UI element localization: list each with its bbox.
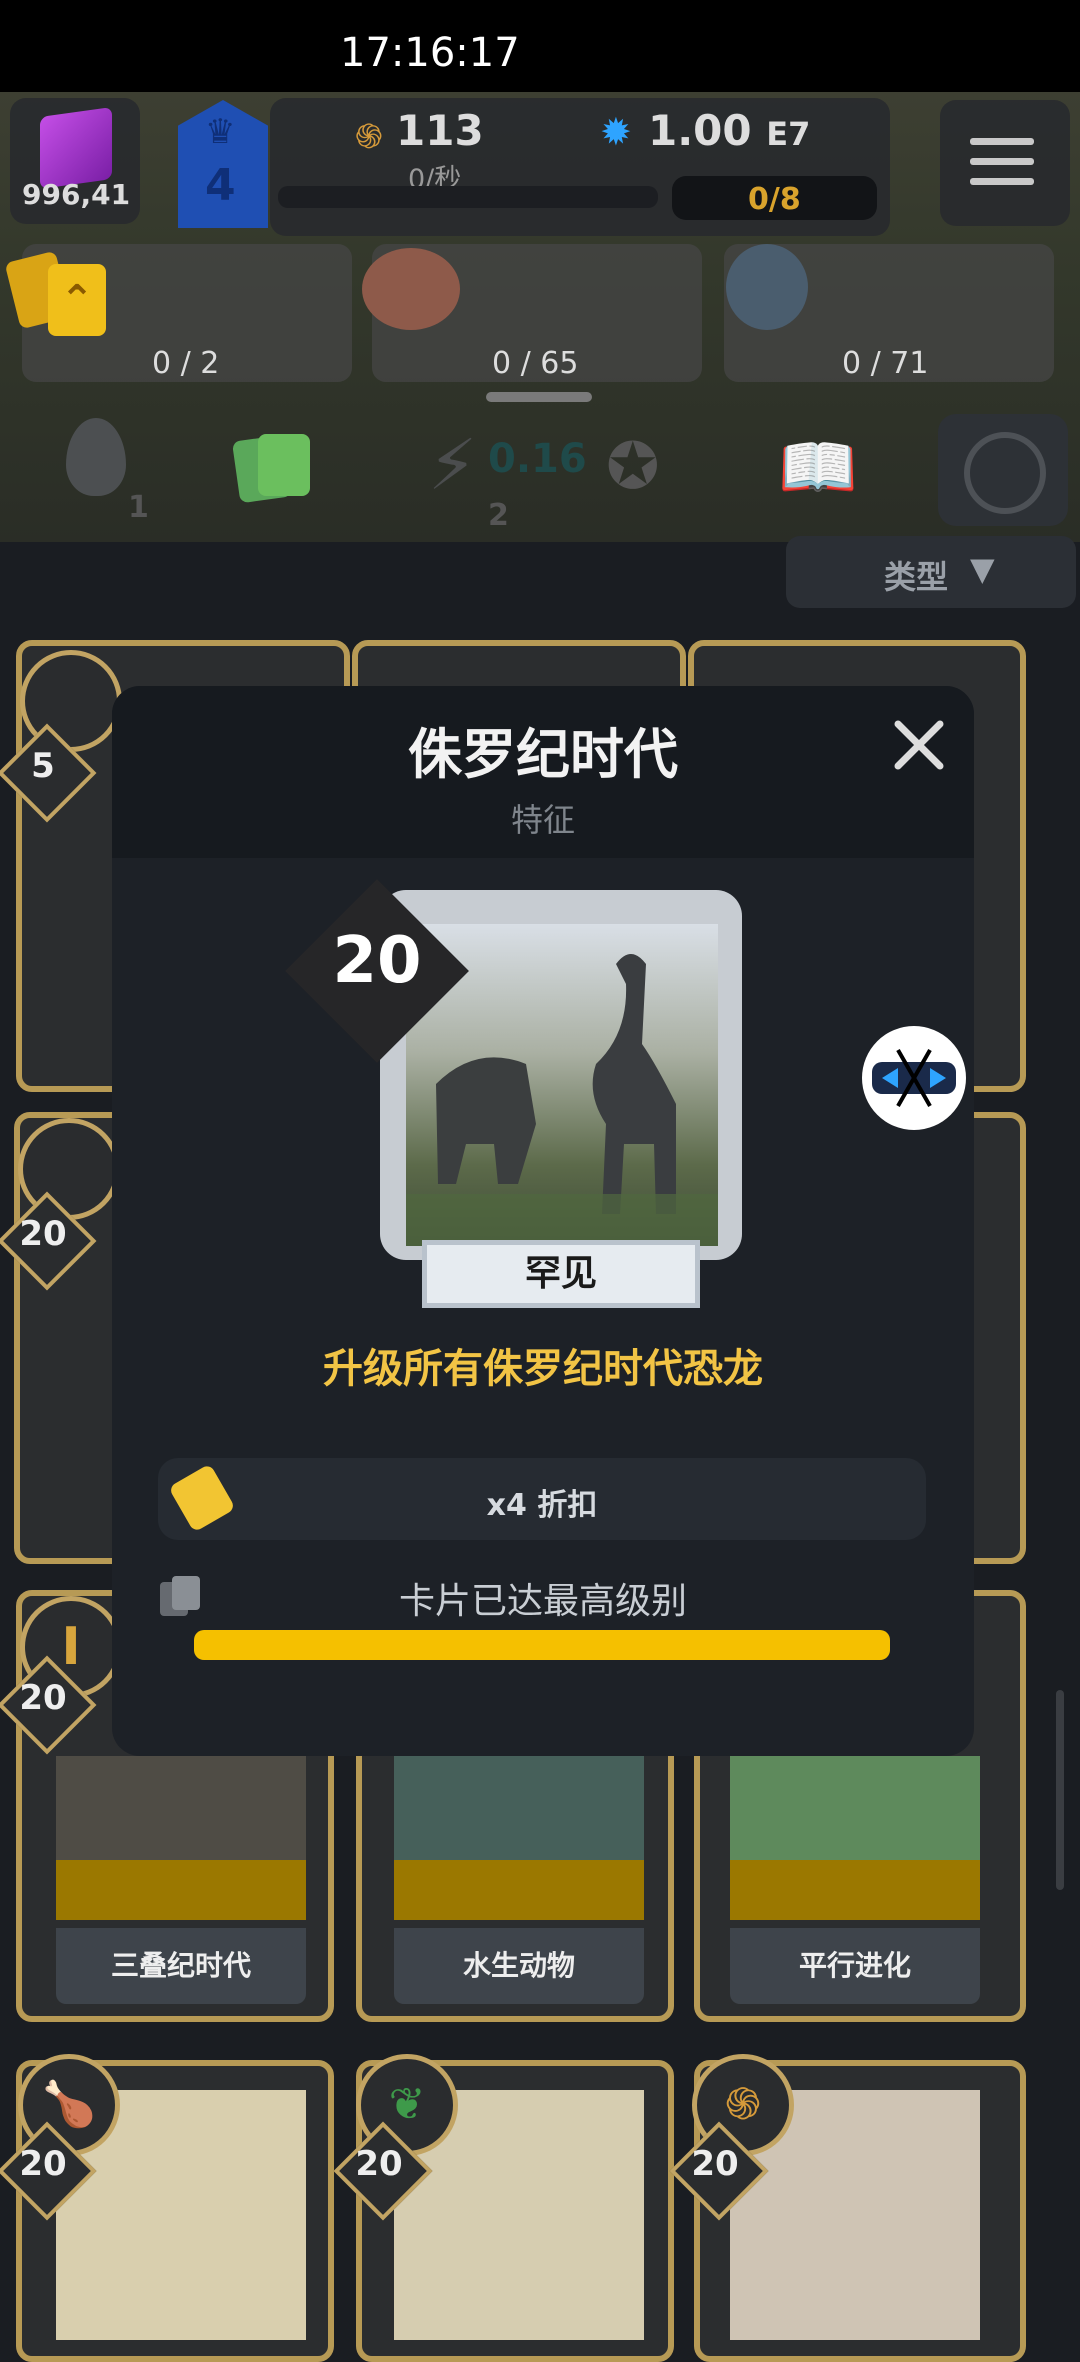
card-name: 水生动物 — [394, 1928, 644, 2004]
crown-icon: ♛ — [205, 112, 236, 152]
swap-arrows-icon — [872, 1049, 956, 1107]
tab-encyclopedia[interactable]: 📖 — [778, 430, 858, 505]
card-name: 三叠纪时代 — [56, 1928, 306, 2004]
gem-count: 996,41 — [22, 178, 131, 211]
card-progress — [56, 1860, 306, 1920]
discount-label: x4 折扣 — [486, 1488, 598, 1523]
portal-icon — [964, 432, 1046, 514]
card-level: 20 — [19, 1678, 67, 1718]
modal-title: 侏罗纪时代 — [408, 723, 678, 786]
tab-cards[interactable] — [231, 430, 314, 504]
slot-label: 0 / 71 — [842, 346, 929, 381]
slot-label: 0 / 2 — [152, 346, 220, 381]
max-level-label: 卡片已达最高级别 — [398, 1581, 687, 1622]
close-button[interactable] — [884, 710, 954, 780]
fossil-progress-track — [278, 186, 658, 208]
fossil-count: 113 — [396, 106, 484, 155]
dna-gear-icon: ✹ — [600, 110, 632, 154]
book-icon: 📖 — [778, 431, 858, 505]
rarity-label: 罕见 — [524, 1253, 597, 1294]
tab-boosts[interactable]: ⚡ 0.16 2 — [428, 424, 587, 533]
type-filter-label: 类型 — [884, 558, 949, 596]
modal-subtitle: 特征 — [510, 801, 575, 839]
drag-handle[interactable] — [486, 392, 592, 402]
card-progress-bar — [194, 1630, 890, 1660]
status-time: 17:16:17 — [340, 30, 520, 76]
close-icon — [894, 720, 944, 770]
card-progress — [730, 1860, 980, 1920]
level-number: 4 — [205, 160, 236, 211]
lightning-icon: ⚡ — [428, 424, 478, 506]
dinosaur-head-icon — [362, 248, 460, 330]
card-progress — [394, 1860, 644, 1920]
card-level: 5 — [31, 746, 55, 786]
chevron-down-icon: ▼ — [970, 550, 995, 588]
switch-button[interactable] — [862, 1026, 966, 1130]
card-level: 20 — [355, 2144, 403, 2184]
status-bar — [0, 0, 1080, 92]
card-level: 20 — [19, 1214, 67, 1254]
card-artwork — [56, 1756, 306, 1860]
purple-cube-icon — [40, 106, 112, 190]
menu-button[interactable] — [940, 100, 1070, 226]
egg-icon — [66, 418, 126, 496]
pterosaur-head-icon — [726, 244, 808, 330]
slot-count: 0/8 — [748, 182, 801, 217]
card-artwork — [730, 1756, 980, 1860]
trait-description: 升级所有侏罗纪时代恐龙 — [323, 1346, 763, 1392]
scrollbar[interactable] — [1056, 1690, 1064, 1890]
tab-achievements[interactable]: ✪ — [606, 430, 660, 504]
tab-eggs[interactable]: 1 — [66, 418, 149, 525]
card-level: 20 — [691, 2144, 739, 2184]
card-artwork — [394, 1756, 644, 1860]
card-level: 20 — [332, 924, 422, 998]
ammonite-icon: ֍ — [355, 117, 383, 157]
cards-upgrade-icon: ⌃ — [4, 250, 106, 336]
card-level: 20 — [19, 2144, 67, 2184]
dna-count: 1.00 E7 — [648, 106, 811, 155]
tab-portal[interactable] — [938, 414, 1068, 526]
medal-icon: ✪ — [606, 430, 660, 504]
slot-label: 0 / 65 — [492, 346, 579, 381]
card-name: 平行进化 — [730, 1928, 980, 2004]
